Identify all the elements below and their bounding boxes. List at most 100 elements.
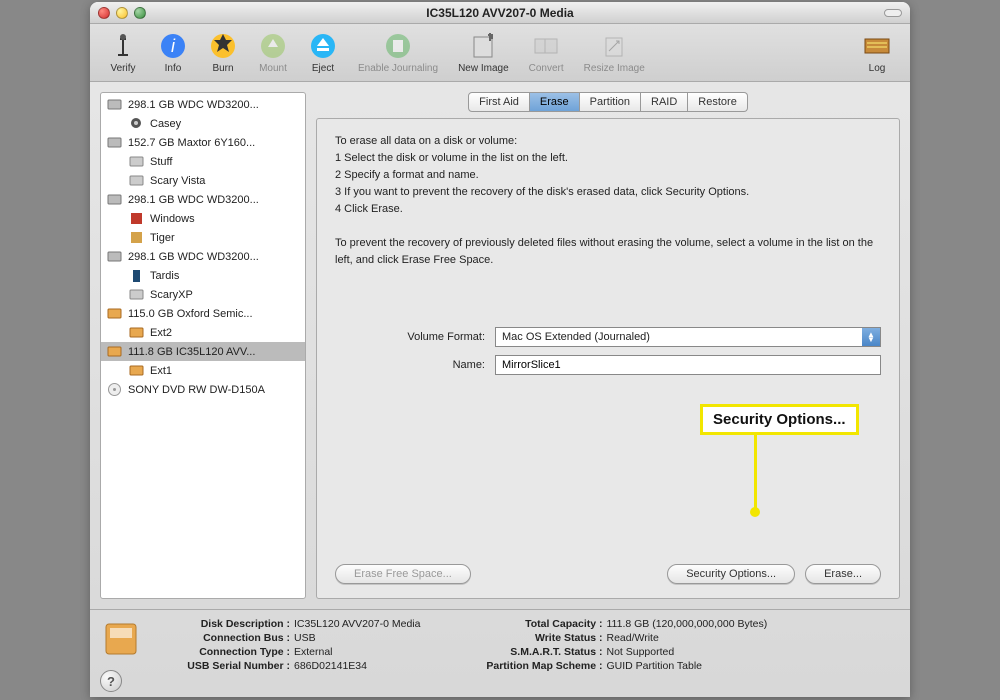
body: 298.1 GB WDC WD3200...Casey152.7 GB Maxt… [90,82,910,609]
journal-icon [383,31,413,61]
mount-icon [258,31,288,61]
toolbar-eject[interactable]: Eject [298,29,348,76]
footer-col-left: Disk Description :IC35L120 AVV207-0 Medi… [168,618,420,672]
toolbar-enable-journaling: Enable Journaling [348,29,448,76]
burn-icon [208,31,238,61]
footer-row: Connection Type :External [168,646,420,658]
hdd-icon [107,192,122,207]
tardis-icon [129,268,144,283]
disk-utility-window: IC35L120 AVV207-0 Media VerifyiInfoBurnM… [90,2,910,697]
volume-row[interactable]: Casey [101,114,305,133]
instruction-step: 3 If you want to prevent the recovery of… [335,184,881,201]
win-icon [129,211,144,226]
info-icon: i [158,31,188,61]
toolbar-resize-image: Resize Image [574,29,655,76]
callout-dot [750,507,760,517]
erase-button[interactable]: Erase... [805,564,881,584]
log-icon [862,31,892,61]
name-label: Name: [335,359,495,371]
footer-row: USB Serial Number :686D02141E34 [168,660,420,672]
volume-row[interactable]: Scary Vista [101,171,305,190]
instructions-intro: To erase all data on a disk or volume: [335,133,881,150]
volume-format-label: Volume Format: [335,331,495,343]
instructions-note: To prevent the recovery of previously de… [335,235,881,269]
eject-icon [308,31,338,61]
ext-icon [107,306,122,321]
main-panel: First AidErasePartitionRAIDRestore To er… [316,92,900,599]
toolbar-burn[interactable]: Burn [198,29,248,76]
instruction-step: 2 Specify a format and name. [335,167,881,184]
tab-erase[interactable]: Erase [530,92,580,112]
volume-row[interactable]: Ext1 [101,361,305,380]
hdd-sm-icon [129,173,144,188]
erase-free-space-button[interactable]: Erase Free Space... [335,564,471,584]
select-arrow-icon: ▲▼ [862,328,880,346]
hdd-sm-icon [129,287,144,302]
toolbar-mount: Mount [248,29,298,76]
footer-row: Total Capacity :111.8 GB (120,000,000,00… [480,618,767,630]
name-input[interactable] [495,355,881,375]
callout-line [754,432,757,510]
disk-sidebar[interactable]: 298.1 GB WDC WD3200...Casey152.7 GB Maxt… [100,92,306,599]
callout-security-options: Security Options... [700,404,859,435]
toolbar: VerifyiInfoBurnMountEjectEnable Journali… [90,24,910,82]
disk-row[interactable]: 152.7 GB Maxtor 6Y160... [101,133,305,152]
ext-sm-icon [129,363,144,378]
footer-row: Disk Description :IC35L120 AVV207-0 Medi… [168,618,420,630]
disk-row[interactable]: 115.0 GB Oxford Semic... [101,304,305,323]
instruction-step: 4 Click Erase. [335,201,881,218]
hdd-icon [107,249,122,264]
footer-columns: Disk Description :IC35L120 AVV207-0 Medi… [168,618,767,672]
disk-row[interactable]: 298.1 GB WDC WD3200... [101,190,305,209]
security-options-button[interactable]: Security Options... [667,564,795,584]
hdd-icon [107,97,122,112]
disk-row[interactable]: SONY DVD RW DW-D150A [101,380,305,399]
volume-format-select[interactable]: Mac OS Extended (Journaled) ▲▼ [495,327,881,347]
toolbar-convert: Convert [519,29,574,76]
volume-row[interactable]: Tiger [101,228,305,247]
titlebar: IC35L120 AVV207-0 Media [90,2,910,24]
ext-icon [107,344,122,359]
tab-partition[interactable]: Partition [580,92,641,112]
tab-raid[interactable]: RAID [641,92,688,112]
button-row: Erase Free Space... Security Options... … [335,544,881,584]
footer-row: Partition Map Scheme :GUID Partition Tab… [480,660,767,672]
volume-format-row: Volume Format: Mac OS Extended (Journale… [335,327,881,347]
toolbar-info[interactable]: iInfo [148,29,198,76]
hdd-sm-icon [129,154,144,169]
disk-row[interactable]: 298.1 GB WDC WD3200... [101,95,305,114]
volume-row[interactable]: Ext2 [101,323,305,342]
toolbar-verify[interactable]: Verify [98,29,148,76]
erase-panel: To erase all data on a disk or volume: 1… [316,118,900,599]
optical-icon [107,382,122,397]
volume-row[interactable]: ScaryXP [101,285,305,304]
newimage-icon [468,31,498,61]
ext-sm-icon [129,325,144,340]
footer-disk-icon [104,618,138,658]
tab-first-aid[interactable]: First Aid [468,92,530,112]
hdd-icon [107,135,122,150]
help-button[interactable]: ? [100,670,122,692]
volume-row[interactable]: Windows [101,209,305,228]
instructions: To erase all data on a disk or volume: 1… [335,133,881,269]
toolbar-new-image[interactable]: New Image [448,29,519,76]
footer-row: Connection Bus :USB [168,632,420,644]
footer-col-right: Total Capacity :111.8 GB (120,000,000,00… [480,618,767,672]
volume-row[interactable]: Tardis [101,266,305,285]
gear-icon [129,116,144,131]
convert-icon [531,31,561,61]
tab-bar: First AidErasePartitionRAIDRestore [316,92,900,112]
name-row: Name: [335,355,881,375]
volume-row[interactable]: Stuff [101,152,305,171]
volume-format-value: Mac OS Extended (Journaled) [502,331,650,343]
tiger-icon [129,230,144,245]
disk-row[interactable]: 111.8 GB IC35L120 AVV... [101,342,305,361]
microscope-icon [108,31,138,61]
window-title: IC35L120 AVV207-0 Media [90,6,910,20]
instruction-step: 1 Select the disk or volume in the list … [335,150,881,167]
footer-row: S.M.A.R.T. Status :Not Supported [480,646,767,658]
tab-restore[interactable]: Restore [688,92,748,112]
footer: Disk Description :IC35L120 AVV207-0 Medi… [90,609,910,697]
disk-row[interactable]: 298.1 GB WDC WD3200... [101,247,305,266]
toolbar-log[interactable]: Log [852,29,902,76]
